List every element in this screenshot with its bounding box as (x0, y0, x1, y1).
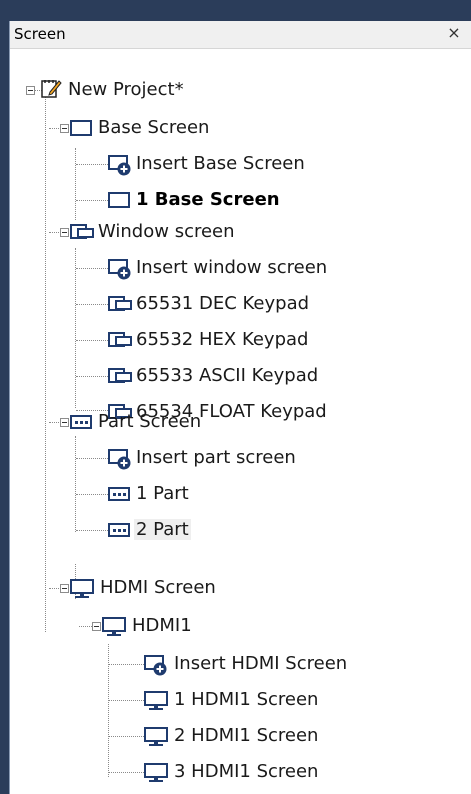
tree-item-label: Part Screen (98, 411, 202, 432)
monitor-icon (144, 762, 168, 782)
tree-item-label: 65533 ASCII Keypad (136, 365, 319, 386)
tree-line (109, 700, 144, 701)
tree-line (45, 84, 46, 632)
tree-line (76, 268, 108, 269)
window-screen-icon (108, 366, 132, 386)
insert-screen-icon (108, 448, 131, 470)
window-screen-icon (70, 222, 94, 242)
project-icon (40, 77, 62, 98)
monitor-icon (144, 726, 168, 746)
part-screen-icon (70, 412, 92, 432)
tree-item-label: 1 Base Screen (136, 189, 280, 210)
tree-item-label: 3 HDMI1 Screen (174, 761, 319, 782)
monitor-icon (144, 690, 168, 710)
tree-line (76, 340, 108, 341)
screen-tree: New Project* Base Screen Insert Base Scr… (10, 48, 471, 794)
collapse-base-toggle[interactable] (60, 124, 69, 133)
screen-panel: Screen × New Project* Base Screen Insert… (9, 21, 471, 794)
window-screen-icon (108, 330, 132, 350)
insert-screen-icon (108, 258, 131, 280)
tree-line (75, 148, 76, 220)
tree-line (109, 664, 144, 665)
monitor-icon (102, 616, 126, 636)
tree-item-label: Base Screen (98, 117, 210, 138)
collapse-hdmi-toggle[interactable] (60, 584, 69, 593)
part-screen-icon (108, 520, 130, 540)
tree-line (76, 164, 108, 165)
tree-line (109, 736, 144, 737)
collapse-hdmi1-toggle[interactable] (92, 622, 101, 631)
collapse-window-toggle[interactable] (60, 228, 69, 237)
tree-line (76, 458, 108, 459)
tree-item-label: HDMI1 (132, 615, 192, 636)
tree-item-label: Window screen (98, 221, 235, 242)
tree-item-label: 1 Part (136, 483, 189, 504)
tree-item-label: New Project* (68, 79, 184, 100)
monitor-icon (70, 578, 94, 598)
tree-item-label: 2 HDMI1 Screen (174, 725, 319, 746)
tree-item-label: Insert window screen (136, 257, 328, 278)
tree-line (75, 436, 76, 532)
tree-line (109, 772, 144, 773)
insert-screen-icon (144, 654, 167, 676)
panel-titlebar: Screen × (10, 21, 471, 49)
tree-item-label: 2 Part (134, 519, 191, 540)
tree-line (76, 376, 108, 377)
screen-icon (70, 118, 92, 138)
part-screen-icon (108, 484, 130, 504)
close-icon[interactable]: × (445, 23, 463, 43)
tree-line (76, 494, 108, 495)
collapse-part-toggle[interactable] (60, 418, 69, 427)
tree-item-label: 1 HDMI1 Screen (174, 689, 319, 710)
tree-line (76, 304, 108, 305)
collapse-project-toggle[interactable] (26, 86, 35, 95)
tree-line (75, 248, 76, 408)
tree-item-label: Insert Base Screen (136, 153, 305, 174)
panel-title: Screen (14, 25, 66, 43)
tree-item-label: 65532 HEX Keypad (136, 329, 309, 350)
tree-item-label: Insert HDMI Screen (174, 653, 348, 674)
tree-item-label: Insert part screen (136, 447, 296, 468)
window-screen-icon (108, 294, 132, 314)
screen-icon (108, 190, 130, 210)
tree-item-label: HDMI Screen (100, 577, 216, 598)
tree-line (76, 200, 108, 201)
insert-screen-icon (108, 154, 131, 176)
tree-item-label: 65531 DEC Keypad (136, 293, 310, 314)
tree-line (76, 530, 108, 531)
